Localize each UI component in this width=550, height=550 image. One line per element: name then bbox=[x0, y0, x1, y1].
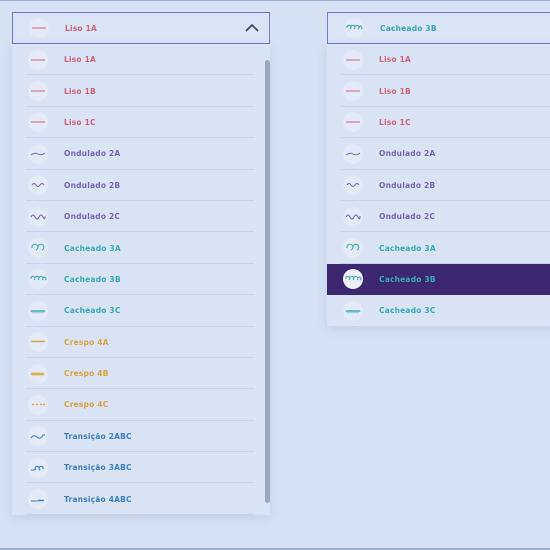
crespo-4c-icon bbox=[28, 394, 48, 415]
option-liso-1c[interactable]: Liso 1C bbox=[12, 107, 270, 139]
option-liso-1a[interactable]: Liso 1A bbox=[327, 44, 550, 76]
option-liso-1a[interactable]: Liso 1A bbox=[12, 44, 270, 76]
chevron-up-icon[interactable] bbox=[245, 23, 259, 33]
option-label: Ondulado 2B bbox=[379, 180, 436, 190]
liso-1b-icon bbox=[343, 81, 363, 102]
option-liso-1b[interactable]: Liso 1B bbox=[12, 75, 270, 107]
option-crespo-4c[interactable]: Crespo 4C bbox=[12, 389, 270, 421]
option-label: Cacheado 3C bbox=[379, 306, 436, 316]
option-crespo-4b[interactable]: Crespo 4B bbox=[12, 358, 270, 390]
cacheado-3a-icon bbox=[343, 238, 363, 259]
ondulado-2b-icon bbox=[343, 175, 363, 196]
option-cacheado-3a[interactable]: Cacheado 3A bbox=[12, 232, 270, 264]
selected-value: Liso 1A bbox=[65, 23, 98, 33]
option-label: Cacheado 3B bbox=[64, 274, 121, 284]
liso-1a-icon bbox=[343, 49, 363, 70]
transicao-3abc-icon bbox=[28, 457, 48, 478]
option-label: Transição 2ABC bbox=[64, 431, 132, 441]
option-label: Crespo 4B bbox=[64, 369, 109, 379]
ondulado-2a-icon bbox=[343, 143, 363, 164]
option-label: Crespo 4C bbox=[64, 400, 109, 410]
option-ondulado-2b[interactable]: Ondulado 2B bbox=[12, 170, 270, 201]
option-label: Ondulado 2A bbox=[64, 149, 121, 159]
liso-1a-icon bbox=[29, 18, 49, 38]
option-transicao-4abc[interactable]: Transição 4ABC bbox=[12, 483, 270, 515]
ondulado-2a-icon bbox=[28, 143, 48, 164]
option-ondulado-2a[interactable]: Ondulado 2A bbox=[12, 138, 270, 170]
option-label: Crespo 4A bbox=[64, 337, 109, 347]
option-label: Cacheado 3C bbox=[64, 306, 121, 316]
option-cacheado-3a[interactable]: Cacheado 3A bbox=[327, 232, 550, 264]
option-label: Ondulado 2B bbox=[64, 180, 121, 190]
option-label: Ondulado 2C bbox=[379, 212, 436, 222]
cacheado-3c-icon bbox=[28, 300, 48, 321]
option-liso-1c[interactable]: Liso 1C bbox=[327, 107, 550, 139]
option-label: Liso 1A bbox=[379, 55, 412, 65]
option-crespo-4a[interactable]: Crespo 4A bbox=[12, 327, 270, 358]
option-ondulado-2c[interactable]: Ondulado 2C bbox=[12, 201, 270, 233]
hair-type-select-left[interactable]: Liso 1A bbox=[12, 12, 270, 44]
option-label: Ondulado 2C bbox=[64, 212, 121, 222]
option-cacheado-3b[interactable]: Cacheado 3B bbox=[12, 264, 270, 296]
ondulado-2c-icon bbox=[343, 206, 363, 227]
option-ondulado-2a[interactable]: Ondulado 2A bbox=[327, 138, 550, 170]
liso-1a-icon bbox=[28, 49, 48, 70]
option-liso-1b[interactable]: Liso 1B bbox=[327, 75, 550, 107]
ondulado-2c-icon bbox=[28, 206, 48, 227]
transicao-2abc-icon bbox=[28, 426, 48, 447]
dropdown-list-right: Liso 1A Liso 1B Liso 1C Ondulado 2A Ondulado… bbox=[327, 44, 550, 326]
selected-value: Cacheado 3B bbox=[380, 23, 437, 33]
option-transicao-2abc[interactable]: Transição 2ABC bbox=[12, 421, 270, 453]
option-label: Cacheado 3A bbox=[64, 243, 121, 253]
transicao-4abc-icon bbox=[28, 489, 48, 510]
divider bbox=[26, 513, 254, 515]
cacheado-3c-icon bbox=[343, 300, 363, 321]
option-ondulado-2c[interactable]: Ondulado 2C bbox=[327, 201, 550, 233]
option-label: Liso 1C bbox=[379, 117, 411, 127]
crespo-4a-icon bbox=[28, 332, 48, 353]
cacheado-3b-icon bbox=[344, 18, 364, 38]
liso-1c-icon bbox=[343, 112, 363, 133]
scrollbar-thumb[interactable] bbox=[265, 60, 270, 503]
liso-1b-icon bbox=[28, 81, 48, 102]
ondulado-2b-icon bbox=[28, 175, 48, 196]
option-cacheado-3b[interactable]: Cacheado 3B bbox=[327, 263, 550, 296]
dropdown-list-left: Liso 1A Liso 1B Liso 1C Ondulado 2A Ondulado… bbox=[12, 44, 270, 515]
option-label: Liso 1B bbox=[64, 86, 96, 96]
option-label: Liso 1B bbox=[379, 86, 411, 96]
liso-1c-icon bbox=[28, 112, 48, 133]
option-label: Transição 4ABC bbox=[64, 494, 132, 504]
option-label: Cacheado 3A bbox=[379, 243, 436, 253]
option-label: Transição 3ABC bbox=[64, 463, 132, 473]
option-label: Cacheado 3B bbox=[379, 274, 436, 284]
option-label: Liso 1C bbox=[64, 117, 96, 127]
option-label: Liso 1A bbox=[64, 55, 97, 65]
hair-type-select-right[interactable]: Cacheado 3B bbox=[327, 12, 550, 44]
option-label: Ondulado 2A bbox=[379, 149, 436, 159]
option-transicao-3abc[interactable]: Transição 3ABC bbox=[12, 452, 270, 484]
cacheado-3b-icon bbox=[28, 269, 48, 290]
top-border bbox=[0, 0, 550, 1]
option-ondulado-2b[interactable]: Ondulado 2B bbox=[327, 170, 550, 201]
cacheado-3a-icon bbox=[28, 238, 48, 259]
crespo-4b-icon bbox=[28, 363, 48, 384]
option-cacheado-3c[interactable]: Cacheado 3C bbox=[327, 295, 550, 326]
option-cacheado-3c[interactable]: Cacheado 3C bbox=[12, 295, 270, 327]
cacheado-3b-icon bbox=[343, 269, 363, 290]
